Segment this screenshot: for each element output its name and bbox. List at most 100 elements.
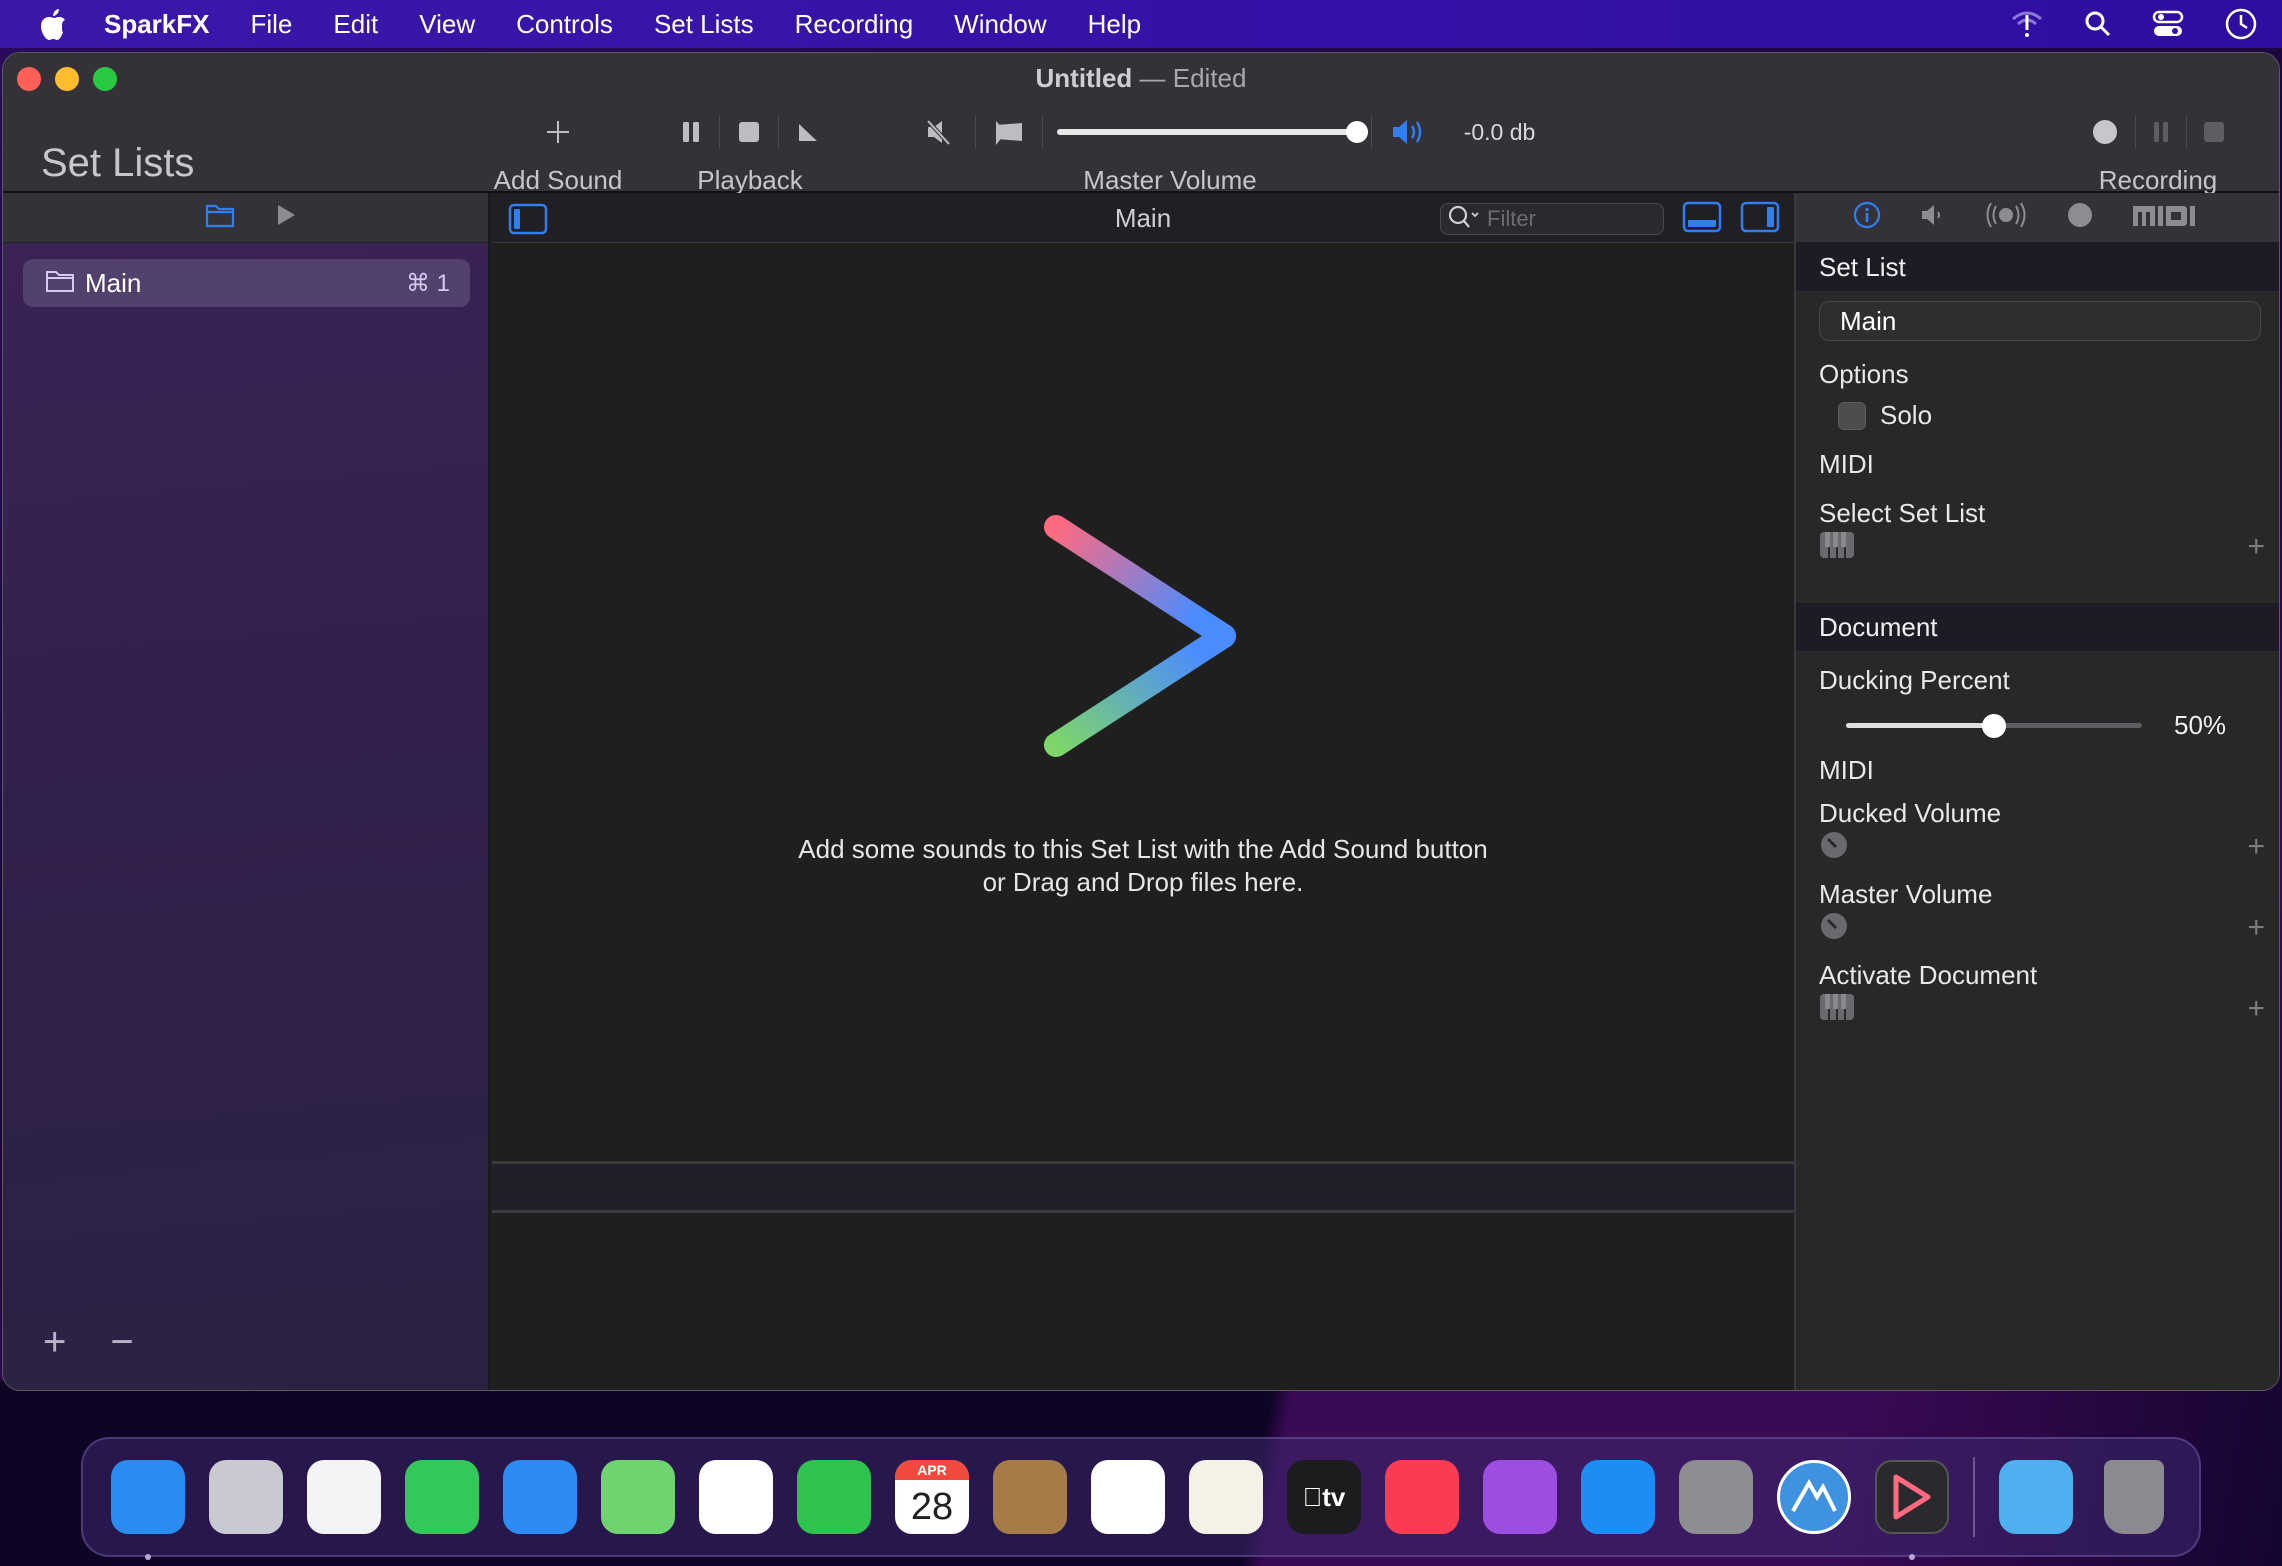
menu-app-name[interactable]: SparkFX: [104, 9, 210, 40]
dock-item-system-preferences[interactable]: [1667, 1448, 1765, 1546]
safari-icon: [307, 1460, 381, 1534]
solo-checkbox[interactable]: [1838, 401, 1866, 430]
dock-item-facetime[interactable]: [785, 1448, 883, 1546]
menu-set-lists[interactable]: Set Lists: [654, 9, 754, 40]
midi-knob-icon[interactable]: [1819, 830, 1849, 865]
photos-icon: [699, 1460, 773, 1534]
play-tab-icon[interactable]: [275, 203, 297, 232]
clock-icon[interactable]: [2224, 7, 2258, 41]
ducked-volume-label: Ducked Volume: [1819, 798, 2002, 828]
menu-help[interactable]: Help: [1088, 9, 1141, 40]
remove-set-list-button[interactable]: −: [110, 1322, 133, 1362]
empty-state[interactable]: Add some sounds to this Set List with th…: [492, 243, 1794, 1113]
master-volume-slider[interactable]: [1056, 121, 1368, 143]
midi-tab-icon[interactable]: [2131, 202, 2195, 233]
dock-item-tv[interactable]: tv: [1275, 1448, 1373, 1546]
app-window: Untitled — Edited Set Lists Add Sound Pl…: [2, 52, 2280, 1391]
dock-item-notes[interactable]: [1177, 1448, 1275, 1546]
bottom-panel-divider[interactable]: [492, 1161, 1794, 1213]
folder-tab-icon[interactable]: [205, 202, 235, 233]
document-section-header: Document: [1796, 603, 2279, 651]
dock-item-music[interactable]: [1373, 1448, 1471, 1546]
wifi-alert-icon[interactable]: [2010, 9, 2044, 39]
record-button[interactable]: [2091, 112, 2119, 152]
separator: [974, 115, 976, 149]
content-header: Main: [492, 193, 1794, 243]
separator: [719, 115, 720, 149]
add-midi-mapping-button[interactable]: +: [2247, 913, 2265, 943]
control-center-icon[interactable]: [2152, 10, 2184, 38]
filter-input[interactable]: [1487, 206, 1657, 232]
midi-keyboard-icon[interactable]: [1819, 993, 1855, 1026]
filter-field[interactable]: [1440, 203, 1664, 235]
dock-item-finder[interactable]: [99, 1448, 197, 1560]
dock-item-podcasts[interactable]: [1471, 1448, 1569, 1546]
dock-item-altitude[interactable]: [1765, 1448, 1863, 1546]
toggle-inspector-button[interactable]: [1740, 201, 1780, 238]
sidebar-item-main[interactable]: Main ⌘ 1: [23, 259, 470, 307]
search-icon[interactable]: [1447, 204, 1483, 235]
info-tab-icon[interactable]: [1853, 201, 1881, 234]
add-midi-mapping-button[interactable]: +: [2247, 832, 2265, 862]
dock-item-maps[interactable]: [589, 1448, 687, 1546]
slider-knob[interactable]: [1982, 713, 2006, 738]
broadcast-tab-icon[interactable]: [1983, 200, 2029, 235]
system-preferences-icon: [1679, 1460, 1753, 1534]
messages-icon: [405, 1460, 479, 1534]
stop-button[interactable]: [738, 112, 760, 152]
set-list-content: Main Filter Add some sounds to this Set …: [492, 193, 1794, 1390]
add-midi-mapping-button[interactable]: +: [2247, 532, 2265, 562]
midi-keyboard-icon[interactable]: [1819, 531, 1855, 564]
set-list-name-field[interactable]: Main: [1819, 301, 2261, 341]
slider-knob[interactable]: [1345, 121, 1368, 143]
dock-item-reminders[interactable]: [1079, 1448, 1177, 1546]
volume-low-button[interactable]: [994, 112, 1024, 152]
empty-state-line-2: or Drag and Drop files here.: [982, 867, 1304, 897]
volume-high-icon[interactable]: [1390, 112, 1428, 152]
mute-button[interactable]: [925, 112, 951, 152]
podcasts-icon: [1483, 1460, 1557, 1534]
dock-item-photos[interactable]: [687, 1448, 785, 1546]
document-status: Edited: [1172, 63, 1247, 93]
toggle-bottom-panel-button[interactable]: [1682, 201, 1722, 238]
dock-item-app-store[interactable]: [1569, 1448, 1667, 1546]
record-stop-button[interactable]: [2203, 112, 2225, 152]
apple-menu-icon[interactable]: [36, 7, 70, 41]
menu-recording[interactable]: Recording: [795, 9, 914, 40]
add-midi-mapping-button[interactable]: +: [2247, 994, 2265, 1024]
dock-item-trash[interactable]: [2085, 1448, 2183, 1546]
ducking-percent-label: Ducking Percent: [1819, 665, 2010, 695]
midi-knob-icon[interactable]: [1819, 911, 1849, 946]
separator: [2186, 115, 2187, 149]
spotlight-search-icon[interactable]: [2084, 10, 2112, 38]
dock-item-sparkfx[interactable]: [1863, 1448, 1961, 1560]
add-set-list-button[interactable]: +: [43, 1322, 66, 1362]
add-sound-button[interactable]: [545, 112, 571, 152]
launchpad-icon: [209, 1460, 283, 1534]
dock-item-launchpad[interactable]: [197, 1448, 295, 1546]
menu-controls[interactable]: Controls: [516, 9, 613, 40]
solo-label: Solo: [1880, 400, 1933, 430]
menu-file[interactable]: File: [251, 9, 293, 40]
activate-document-label: Activate Document: [1819, 960, 2038, 990]
dock-item-mail[interactable]: [491, 1448, 589, 1546]
dock-item-messages[interactable]: [393, 1448, 491, 1546]
slider-fill: [1056, 129, 1357, 135]
record-pause-button[interactable]: [2152, 112, 2170, 152]
menu-window[interactable]: Window: [954, 9, 1046, 40]
dock-item-downloads[interactable]: [1987, 1448, 2085, 1546]
record-tab-icon[interactable]: [2067, 202, 2093, 233]
mail-icon: [503, 1460, 577, 1534]
pause-button[interactable]: [681, 112, 701, 152]
fade-out-button[interactable]: [797, 112, 819, 152]
dock-item-calendar[interactable]: APR 28: [883, 1448, 981, 1546]
inspector-tabs: [1796, 193, 2279, 243]
sound-tab-icon[interactable]: [1919, 202, 1945, 233]
ducking-percent-slider[interactable]: [1846, 713, 2142, 738]
dock-item-contacts[interactable]: [981, 1448, 1079, 1546]
menu-view[interactable]: View: [419, 9, 475, 40]
sidebar-item-label: Main: [85, 267, 142, 298]
empty-state-message: Add some sounds to this Set List with th…: [492, 833, 1794, 899]
dock-item-safari[interactable]: [295, 1448, 393, 1546]
menu-edit[interactable]: Edit: [333, 9, 378, 40]
